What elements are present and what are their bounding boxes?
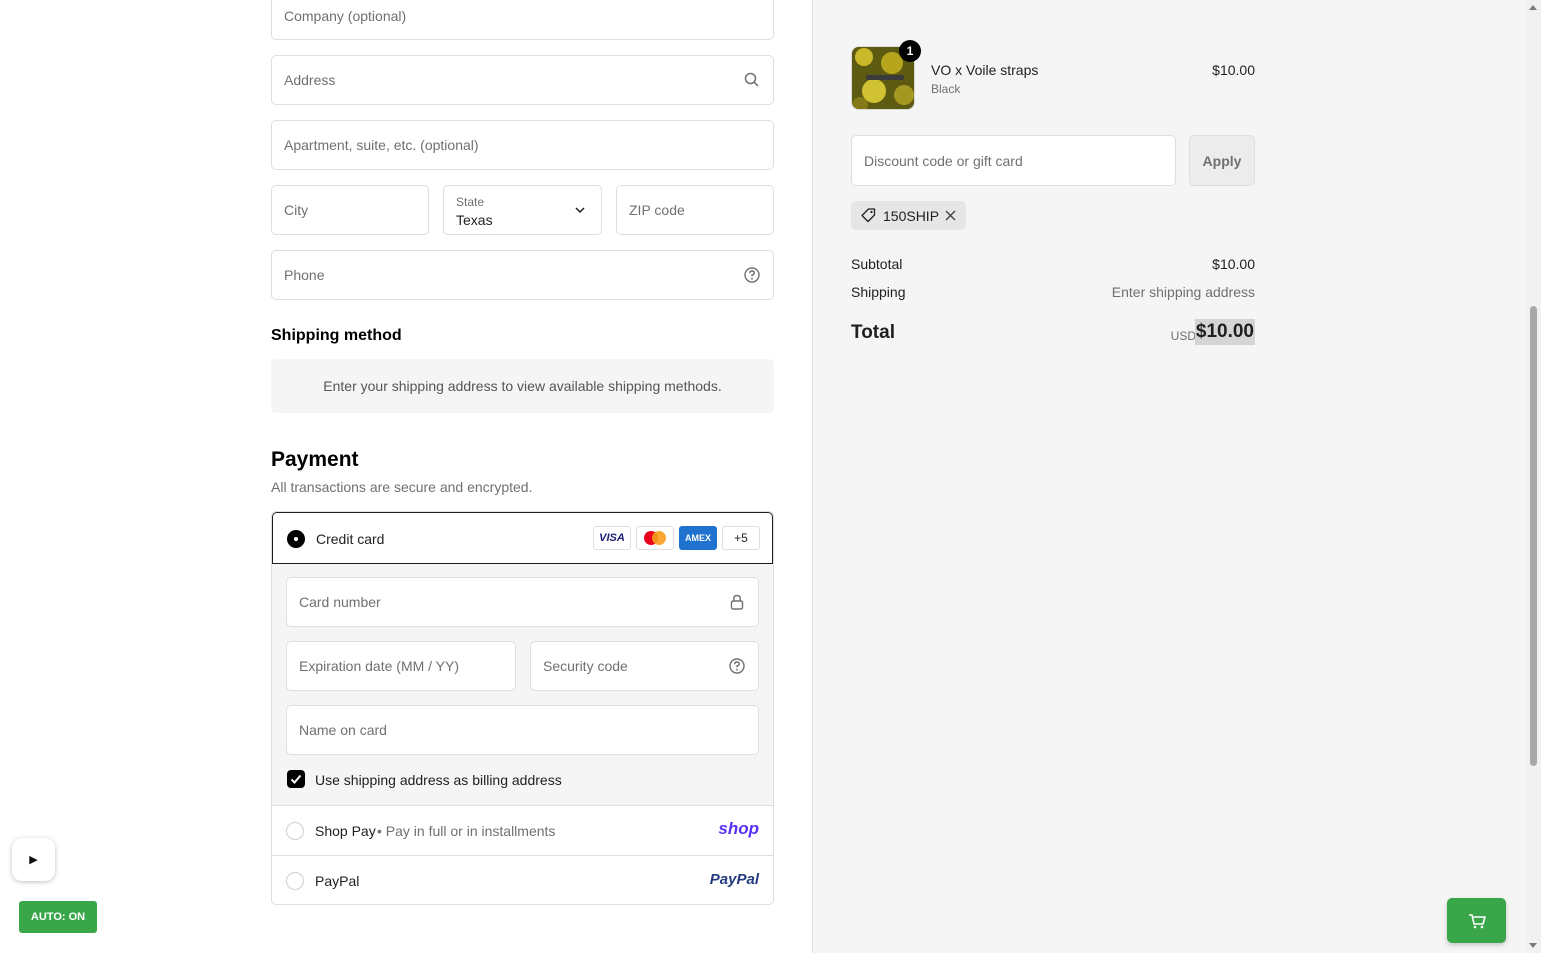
address-field[interactable]: Address [271, 55, 774, 105]
cart-button[interactable] [1447, 898, 1506, 943]
subtotal-label: Subtotal [851, 256, 903, 272]
shop-pay-logo: shop [718, 819, 759, 838]
checkout-form-column: Company (optional) Address Apartment, su… [0, 0, 812, 953]
more-cards-badge: +5 [722, 526, 760, 550]
payment-subtext: All transactions are secure and encrypte… [271, 479, 533, 495]
shop-pay-option[interactable]: Shop Pay • Pay in full or in installment… [272, 806, 773, 855]
credit-card-radio[interactable] [287, 530, 305, 548]
expiration-placeholder: Expiration date (MM / YY) [299, 658, 460, 674]
apply-button[interactable]: Apply [1189, 135, 1255, 186]
shop-pay-label: Shop Pay [315, 823, 376, 839]
product-name: VO x Voile straps [931, 62, 1039, 78]
credit-card-option[interactable]: Credit card VISA AMEX +5 [272, 512, 773, 564]
visa-icon: VISA [593, 526, 631, 550]
play-button[interactable]: ▶ [12, 838, 55, 881]
name-on-card-placeholder: Name on card [299, 722, 387, 738]
auto-toggle-button[interactable]: AUTO: ON [19, 901, 97, 933]
shipping-label: Shipping [851, 284, 906, 300]
lock-icon [730, 594, 744, 610]
card-number-placeholder: Card number [299, 594, 381, 610]
apartment-field[interactable]: Apartment, suite, etc. (optional) [271, 120, 774, 170]
help-icon[interactable] [743, 266, 761, 284]
paypal-label: PayPal [315, 873, 360, 889]
search-icon[interactable] [743, 71, 761, 89]
apartment-placeholder: Apartment, suite, etc. (optional) [284, 137, 479, 153]
zip-placeholder: ZIP code [629, 202, 685, 218]
product-variant: Black [931, 82, 961, 96]
billing-address-label: Use shipping address as billing address [315, 772, 562, 788]
remove-discount-icon[interactable] [944, 209, 957, 222]
help-icon[interactable] [728, 657, 746, 675]
shipping-value: Enter shipping address [1111, 284, 1255, 300]
tag-icon [861, 208, 876, 223]
company-placeholder: Company (optional) [284, 8, 407, 24]
billing-address-checkbox[interactable] [287, 770, 305, 788]
payment-options: Credit card VISA AMEX +5 Card number Exp [271, 511, 774, 905]
shop-pay-subtext: • Pay in full or in installments [377, 823, 556, 839]
credit-card-form: Card number Expiration date (MM / YY) Se… [272, 564, 773, 805]
paypal-logo: PayPal [709, 871, 759, 888]
checkmark-icon [290, 774, 302, 784]
state-label: State [456, 195, 485, 209]
security-code-field[interactable]: Security code [530, 641, 759, 691]
city-field[interactable]: City [271, 185, 429, 235]
subtotal-value: $10.00 [1212, 256, 1255, 272]
shop-pay-radio[interactable] [286, 822, 304, 840]
card-number-field[interactable]: Card number [286, 577, 759, 627]
product-price: $10.00 [1212, 62, 1255, 78]
applied-discount-tag: 150SHIP [851, 201, 966, 230]
shipping-method-message: Enter your shipping address to view avai… [271, 359, 774, 413]
scroll-thumb[interactable] [1530, 306, 1537, 766]
discount-code-placeholder: Discount code or gift card [864, 152, 1023, 169]
paypal-radio[interactable] [286, 872, 304, 890]
scroll-down-arrow[interactable] [1529, 943, 1537, 948]
paypal-option[interactable]: PayPal PayPal [272, 856, 773, 904]
chevron-down-icon [575, 207, 585, 214]
cart-icon [1468, 913, 1486, 928]
phone-field[interactable]: Phone [271, 250, 774, 300]
shipping-method-heading: Shipping method [271, 327, 402, 344]
total-value: $10.00 [1194, 319, 1255, 345]
total-currency: USD [1170, 329, 1196, 343]
credit-card-label: Credit card [316, 531, 385, 547]
payment-heading: Payment [271, 448, 359, 471]
security-code-placeholder: Security code [543, 658, 628, 674]
scroll-up-arrow[interactable] [1529, 5, 1537, 10]
mastercard-icon [636, 526, 674, 550]
quantity-badge: 1 [899, 40, 921, 62]
name-on-card-field[interactable]: Name on card [286, 705, 759, 755]
scrollbar[interactable] [1526, 0, 1541, 953]
state-select[interactable]: State Texas [443, 185, 602, 235]
state-value: Texas [456, 212, 493, 228]
phone-placeholder: Phone [284, 267, 325, 283]
company-field[interactable]: Company (optional) [271, 0, 774, 40]
address-placeholder: Address [284, 72, 336, 88]
applied-discount-code: 150SHIP [883, 208, 940, 224]
total-label: Total [851, 322, 895, 343]
city-placeholder: City [284, 202, 309, 218]
amex-icon: AMEX [679, 526, 717, 550]
zip-field[interactable]: ZIP code [616, 185, 774, 235]
expiration-field[interactable]: Expiration date (MM / YY) [286, 641, 516, 691]
discount-code-field[interactable]: Discount code or gift card [851, 135, 1176, 186]
